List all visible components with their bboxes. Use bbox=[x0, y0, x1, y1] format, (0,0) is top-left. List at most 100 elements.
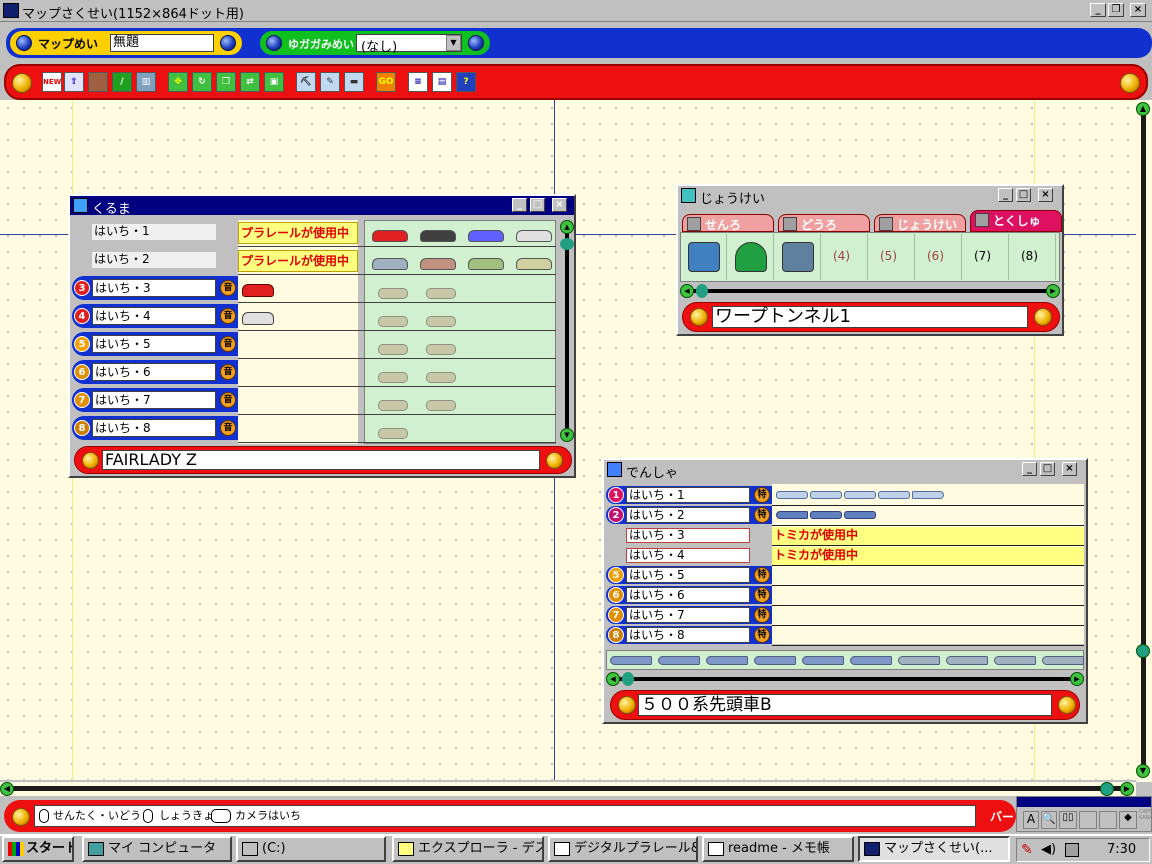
scroll-up-icon[interactable]: ▲ bbox=[1136, 102, 1150, 116]
ime-mode-button[interactable]: A bbox=[1023, 811, 1039, 829]
densha-slot-field[interactable]: はいち・5 bbox=[626, 567, 750, 583]
joukei-tab-0[interactable]: せんろ bbox=[682, 214, 774, 232]
kuruma-maximize-button[interactable]: □ bbox=[530, 198, 545, 212]
joukei-name-right-orb-icon[interactable] bbox=[1034, 308, 1052, 326]
map-name-input[interactable]: 無題 bbox=[110, 34, 214, 52]
joukei-tab-3[interactable]: とくしゅ bbox=[970, 210, 1062, 232]
help-button[interactable]: ? bbox=[456, 72, 476, 92]
map-right-orb-icon[interactable] bbox=[220, 35, 236, 51]
car-thumbnail-icon[interactable] bbox=[516, 230, 552, 242]
joukei-maximize-button[interactable]: □ bbox=[1016, 188, 1031, 202]
yuga-right-orb-icon[interactable] bbox=[468, 35, 484, 51]
trash-icon[interactable]: ▥ bbox=[136, 72, 156, 92]
assigned-train-car-icon[interactable] bbox=[776, 491, 808, 499]
speaker-icon[interactable]: ◀) bbox=[1041, 842, 1056, 857]
window-icon[interactable]: ▤ bbox=[432, 72, 452, 92]
ime-gem-icon[interactable]: ◆ bbox=[1119, 811, 1137, 829]
kuruma-titlebar[interactable]: くるま _ □ × bbox=[70, 196, 574, 217]
task-map-create[interactable]: マップさくせい(... bbox=[858, 836, 1010, 862]
minimize-button[interactable]: _ bbox=[1090, 3, 1106, 17]
joukei-scroll-left-icon[interactable]: ◀ bbox=[680, 284, 694, 298]
train-thumbnail-icon[interactable] bbox=[946, 656, 988, 665]
pen-icon[interactable]: / bbox=[112, 72, 132, 92]
ime-book-icon[interactable]: ▯▯ bbox=[1059, 811, 1077, 829]
car-thumbnail-icon[interactable] bbox=[378, 344, 408, 355]
densha-name-right-orb-icon[interactable] bbox=[1058, 696, 1076, 714]
train-thumbnail-icon[interactable] bbox=[994, 656, 1036, 665]
joukei-item-cell[interactable] bbox=[682, 234, 727, 280]
joukei-name-field[interactable]: ワープトンネル1 bbox=[712, 306, 1028, 328]
special-button[interactable]: 特 bbox=[754, 587, 770, 603]
kuruma-vscroll[interactable]: ▲ ▼ bbox=[560, 220, 574, 442]
densha-close-button[interactable]: × bbox=[1062, 462, 1077, 476]
car-thumbnail-icon[interactable] bbox=[426, 400, 456, 411]
densha-maximize-button[interactable]: □ bbox=[1040, 462, 1055, 476]
sound-button[interactable]: 音 bbox=[220, 364, 236, 380]
joukei-item-cell[interactable]: (5) bbox=[870, 234, 915, 280]
move-tool-icon[interactable]: ✥ bbox=[168, 72, 188, 92]
joukei-hscroll[interactable]: ◀ ▶ bbox=[680, 284, 1060, 298]
new-map-button[interactable]: NEW bbox=[42, 72, 62, 92]
kuruma-scroll-down-icon[interactable]: ▼ bbox=[560, 428, 574, 442]
network-icon[interactable] bbox=[1065, 843, 1079, 857]
car-thumbnail-icon[interactable] bbox=[420, 230, 456, 242]
kuruma-name-right-orb-icon[interactable] bbox=[546, 452, 563, 469]
car-thumbnail-icon[interactable] bbox=[378, 288, 408, 299]
kuruma-slot-field[interactable]: はいち・4 bbox=[92, 307, 216, 325]
flip-tool-icon[interactable]: ⇄ bbox=[240, 72, 260, 92]
hscroll-thumb[interactable] bbox=[1100, 782, 1114, 796]
joukei-scroll-right-icon[interactable]: ▶ bbox=[1046, 284, 1060, 298]
ime-pad-icon[interactable] bbox=[1079, 811, 1097, 829]
list-icon[interactable]: ≡ bbox=[408, 72, 428, 92]
densha-slot-field[interactable]: はいち・7 bbox=[626, 607, 750, 623]
scroll-down-icon[interactable]: ▼ bbox=[1136, 764, 1150, 778]
train-icon[interactable]: ▬ bbox=[344, 72, 364, 92]
car-thumbnail-icon[interactable] bbox=[426, 288, 456, 299]
densha-scroll-right-icon[interactable]: ▶ bbox=[1070, 672, 1084, 686]
car-thumbnail-icon[interactable] bbox=[516, 258, 552, 270]
task-drive-c[interactable]: (C:) bbox=[236, 836, 386, 862]
select-tool-icon[interactable]: ▣ bbox=[264, 72, 284, 92]
train-thumbnail-icon[interactable] bbox=[706, 656, 748, 665]
yuga-select[interactable]: (なし) ▼ bbox=[356, 34, 462, 55]
joukei-item-cell[interactable]: (8) bbox=[1011, 234, 1056, 280]
train-thumbnail-icon[interactable] bbox=[802, 656, 844, 665]
special-button[interactable]: 特 bbox=[754, 607, 770, 623]
assigned-train-car-icon[interactable] bbox=[878, 491, 910, 499]
assigned-train-car-icon[interactable] bbox=[844, 511, 876, 519]
special-button[interactable]: 特 bbox=[754, 507, 770, 523]
densha-slot-field[interactable]: はいち・2 bbox=[626, 507, 750, 523]
assigned-train-car-icon[interactable] bbox=[912, 491, 944, 499]
sound-button[interactable]: 音 bbox=[220, 336, 236, 352]
densha-minimize-button[interactable]: _ bbox=[1022, 462, 1037, 476]
joukei-item-cell[interactable]: (6) bbox=[917, 234, 962, 280]
joukei-close-button[interactable]: × bbox=[1038, 188, 1053, 202]
assigned-train-car-icon[interactable] bbox=[844, 491, 876, 499]
car-thumbnail-icon[interactable] bbox=[468, 230, 504, 242]
special-button[interactable]: 特 bbox=[754, 567, 770, 583]
densha-name-field[interactable]: ５００系先頭車B bbox=[638, 694, 1052, 716]
horizontal-scrollbar[interactable]: ◀ ▶ bbox=[0, 782, 1136, 796]
car-thumbnail-icon[interactable] bbox=[420, 258, 456, 270]
scroll-right-icon[interactable]: ▶ bbox=[1120, 782, 1134, 796]
start-button[interactable]: スタート bbox=[2, 836, 74, 862]
task-digital-plarail[interactable]: デジタルプラレール&... bbox=[548, 836, 698, 862]
kuruma-scroll-thumb[interactable] bbox=[560, 238, 574, 250]
train-thumbnail-icon[interactable] bbox=[754, 656, 796, 665]
joukei-item-cell[interactable] bbox=[776, 234, 821, 280]
copy-tool-icon[interactable]: ❐ bbox=[216, 72, 236, 92]
eraser-icon[interactable] bbox=[88, 72, 108, 92]
kuruma-close-button[interactable]: × bbox=[552, 198, 567, 212]
joukei-minimize-button[interactable]: _ bbox=[998, 188, 1013, 202]
car-thumbnail-icon[interactable] bbox=[468, 258, 504, 270]
joukei-scroll-thumb[interactable] bbox=[696, 284, 708, 298]
train-thumbnail-icon[interactable] bbox=[850, 656, 892, 665]
task-my-computer[interactable]: マイ コンピュータ bbox=[82, 836, 232, 862]
kuruma-name-field[interactable]: FAIRLADY Z bbox=[102, 450, 540, 470]
paint-icon[interactable]: ✎ bbox=[320, 72, 340, 92]
car-thumbnail-icon[interactable] bbox=[372, 258, 408, 270]
assigned-train-car-icon[interactable] bbox=[776, 511, 808, 519]
task-explorer[interactable]: エクスプローラ - デス... bbox=[392, 836, 544, 862]
car-thumbnail-icon[interactable] bbox=[378, 316, 408, 327]
densha-slot-field[interactable]: はいち・6 bbox=[626, 587, 750, 603]
